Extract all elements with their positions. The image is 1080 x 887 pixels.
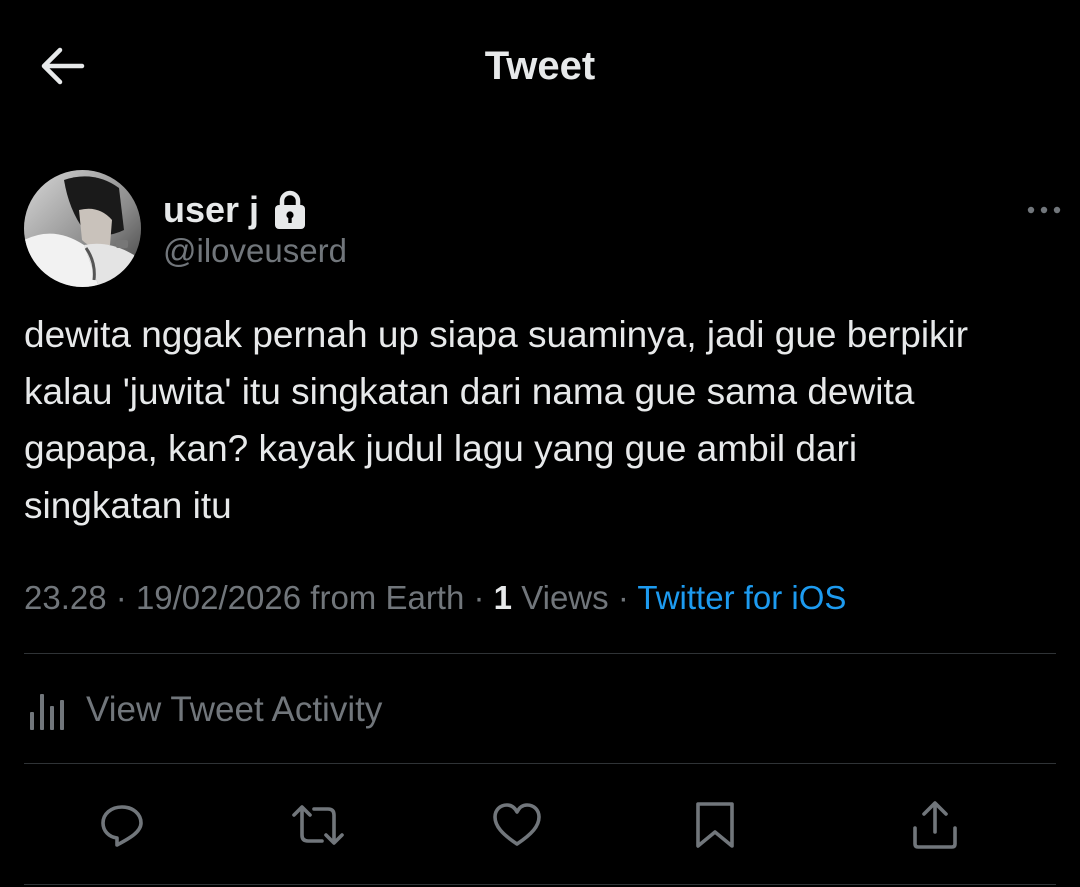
more-horizontal-icon [1027,206,1061,214]
page-title: Tweet [484,44,596,88]
tweet-author: user j @iloveuserd [24,170,1064,290]
top-bar: Tweet [0,0,1080,130]
more-options-button[interactable] [1014,190,1074,230]
tweet-location: from Earth [310,579,465,616]
divider [24,763,1056,764]
divider [24,884,1056,885]
tweet-text: dewita nggak pernah up siapa suaminya, j… [24,314,969,526]
view-tweet-activity-label: View Tweet Activity [86,690,383,729]
share-button[interactable] [900,790,970,860]
like-button[interactable] [482,790,552,860]
avatar-photo [24,170,141,287]
display-name-row: user j [163,186,307,234]
bookmark-button[interactable] [680,790,750,860]
lock-icon [273,190,307,230]
user-handle[interactable]: @iloveuserd [163,232,347,270]
tweet-time[interactable]: 23.28 [24,579,107,616]
tweet-metadata: 23.28 · 19/02/2026 from Earth · 1 Views … [24,574,1064,622]
tweet-date[interactable]: 19/02/2026 [136,579,301,616]
separator: · [115,579,127,616]
reply-button[interactable] [87,790,157,860]
reply-icon [101,805,143,847]
tweet-source-link[interactable]: Twitter for iOS [637,579,846,616]
separator: · [617,579,629,616]
divider [24,653,1056,654]
avatar[interactable] [24,170,141,287]
tweet-action-bar [0,790,1080,860]
views-count: 1 [493,579,513,616]
retweet-icon [292,805,344,845]
share-icon [913,801,957,849]
bookmark-icon [696,802,734,848]
heart-icon [493,803,541,846]
retweet-button[interactable] [283,790,353,860]
display-name[interactable]: user j [163,189,259,231]
views-label: Views [521,579,609,616]
separator: · [473,579,485,616]
bar-chart-icon [30,694,64,730]
view-tweet-activity-button[interactable]: View Tweet Activity [24,680,382,740]
